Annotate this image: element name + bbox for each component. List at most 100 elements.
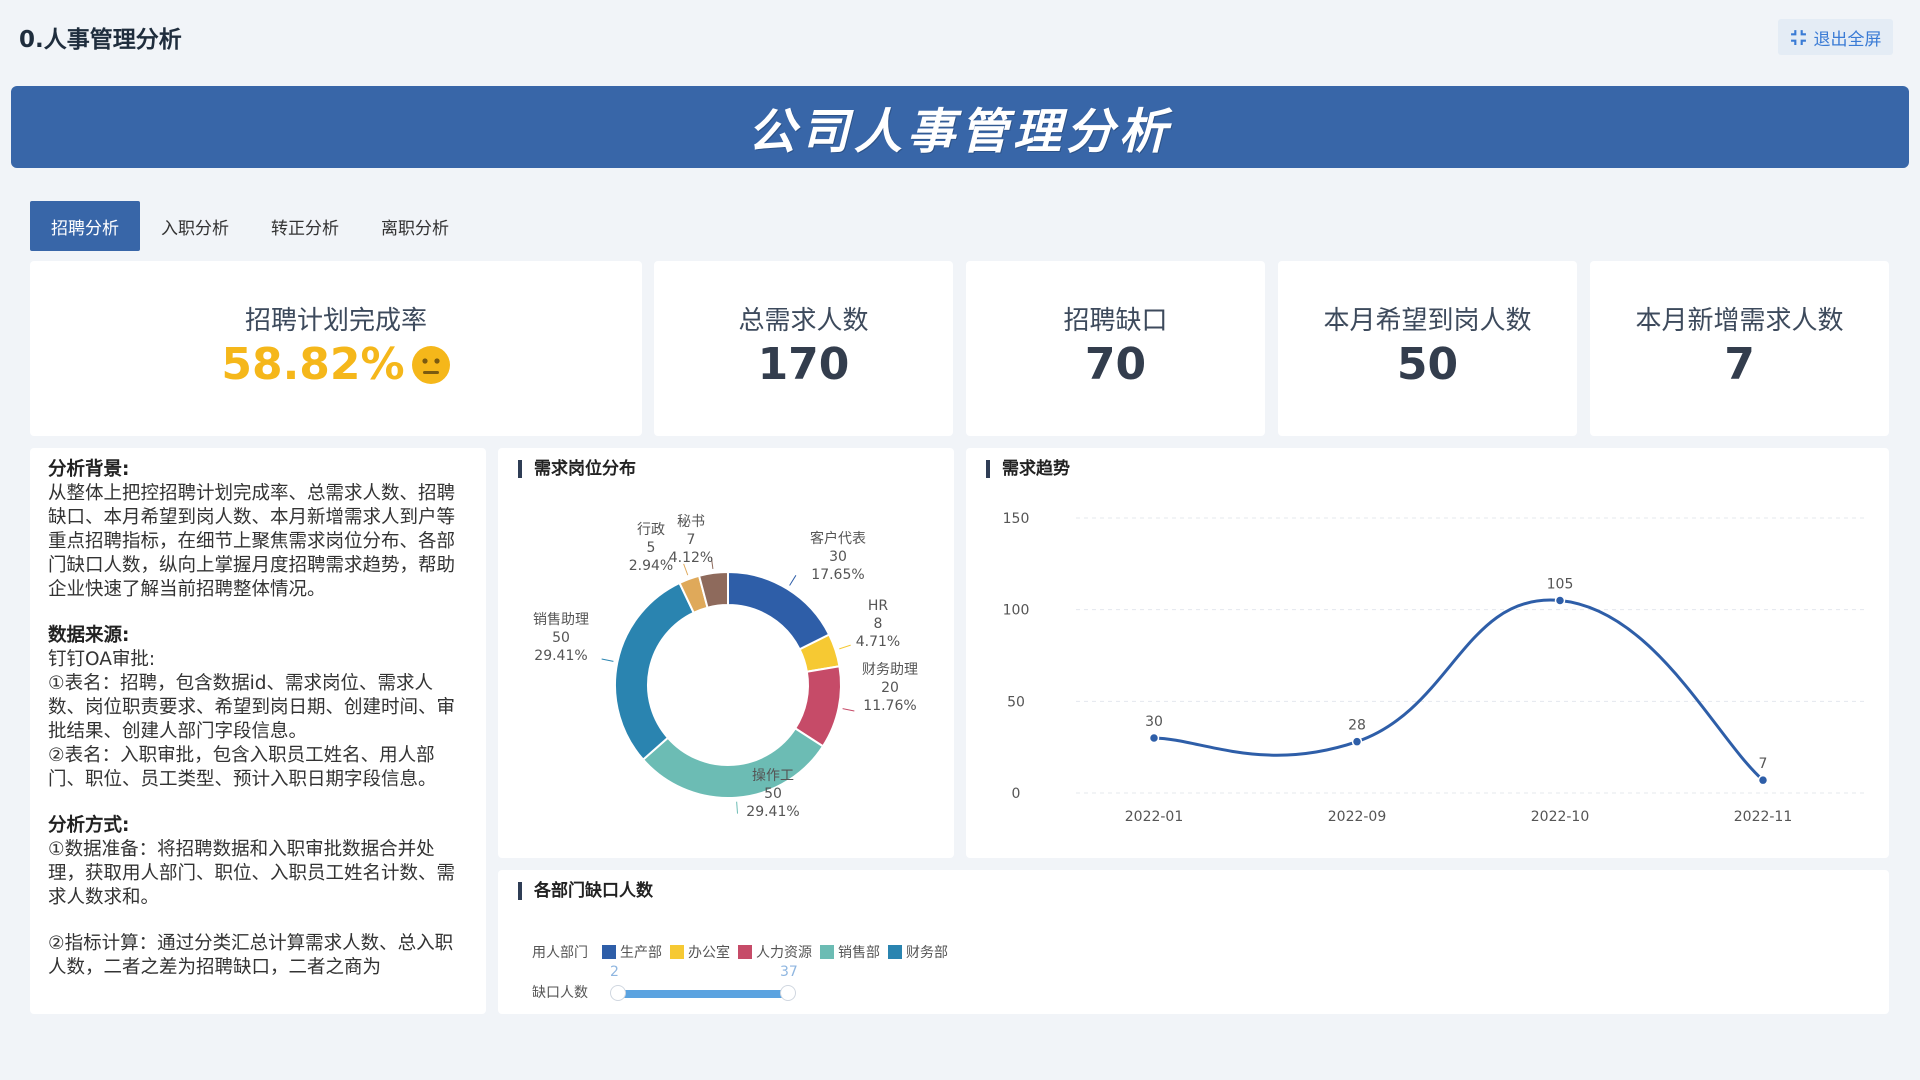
donut-label-value: 50 xyxy=(552,630,570,646)
trend-data-label: 28 xyxy=(1348,718,1366,734)
legend-swatch xyxy=(738,945,752,959)
donut-leader-line xyxy=(839,644,851,650)
x-tick-label: 2022-11 xyxy=(1734,809,1793,825)
donut-label: 行政 5 2.94% xyxy=(629,522,673,574)
legend-name: 办公室 xyxy=(688,945,730,961)
legend-item-hr[interactable]: 人力资源 xyxy=(738,942,812,962)
donut-label-pct: 29.41% xyxy=(534,648,587,664)
kpi-label: 招聘计划完成率 xyxy=(244,306,427,336)
legend-name: 财务部 xyxy=(906,945,948,961)
background-heading: 分析背景: xyxy=(48,459,130,480)
legend-label: 用人部门 xyxy=(532,945,588,961)
legend-name: 人力资源 xyxy=(756,945,812,961)
method-heading: 分析方式: xyxy=(48,815,130,836)
trend-point[interactable] xyxy=(1757,774,1769,786)
range-slider-min-handle[interactable] xyxy=(610,985,626,1001)
tab-onboarding[interactable]: 入职分析 xyxy=(140,201,250,251)
legend-swatch xyxy=(602,945,616,959)
kpi-value: 170 xyxy=(757,339,850,390)
exit-fullscreen-icon xyxy=(1790,29,1806,45)
dept-legend: 用人部门 生产部 办公室 人力资源 销售部 财务部 xyxy=(532,942,948,962)
y-tick-label: 0 xyxy=(1012,786,1021,802)
kpi-value: 58.82% xyxy=(221,343,450,387)
trend-point[interactable] xyxy=(1148,732,1160,744)
donut-label-value: 50 xyxy=(764,786,782,802)
range-slider-track[interactable] xyxy=(618,990,788,998)
donut-label: 财务助理 20 11.76% xyxy=(862,662,918,714)
donut-label-pct: 2.94% xyxy=(629,558,673,574)
dashboard-banner: 公司人事管理分析 xyxy=(11,86,1909,168)
chart-title: 各部门缺口人数 xyxy=(518,882,653,900)
donut-label-pct: 4.71% xyxy=(856,634,900,650)
kpi-total-demand-card: 总需求人数 170 xyxy=(654,261,953,436)
donut-label-name: 销售助理 xyxy=(533,612,589,628)
trend-point[interactable] xyxy=(1351,736,1363,747)
donut-label-value: 8 xyxy=(874,616,883,632)
kpi-value: 70 xyxy=(1084,339,1147,390)
tab-regularization[interactable]: 转正分析 xyxy=(250,201,360,251)
trend-point[interactable] xyxy=(1554,595,1566,606)
trend-line-chart: 0 50 100 150 2022-01 2022-09 2022-10 2022-11 30 2… xyxy=(1003,511,1866,825)
kpi-label: 本月希望到岗人数 xyxy=(1323,306,1532,336)
donut-slice[interactable] xyxy=(641,726,825,799)
kpi-gap-card: 招聘缺口 70 xyxy=(966,261,1265,436)
slider-min-value: 2 xyxy=(610,964,619,980)
legend-item-office[interactable]: 办公室 xyxy=(670,942,730,962)
legend-swatch xyxy=(888,945,902,959)
donut-slice[interactable] xyxy=(614,581,696,761)
donut-label-name: 操作工 xyxy=(752,768,794,784)
slider-max-value: 37 xyxy=(780,964,798,980)
dept-gap-card: 各部门缺口人数 用人部门 生产部 办公室 人力资源 销售部 财务部 缺口人数 2… xyxy=(498,870,1889,1014)
tab-bar: 招聘分析 入职分析 转正分析 离职分析 xyxy=(30,201,470,251)
exit-fullscreen-label: 退出全屏 xyxy=(1813,29,1882,50)
kpi-value: 7 xyxy=(1724,339,1755,390)
tab-recruitment[interactable]: 招聘分析 xyxy=(30,201,140,251)
exit-fullscreen-button[interactable]: 退出全屏 xyxy=(1778,19,1893,55)
legend-swatch xyxy=(670,945,684,959)
background-text: 从整体上把控招聘计划完成率、总需求人数、招聘缺口、本月希望到岗人数、本月新增需求… xyxy=(48,483,456,600)
donut-slice[interactable] xyxy=(727,570,831,651)
page-title: 0.人事管理分析 xyxy=(19,27,182,53)
range-slider-max-handle[interactable] xyxy=(780,985,796,1001)
kpi-label: 本月新增需求人数 xyxy=(1635,306,1844,336)
donut-label-name: 秘书 xyxy=(677,514,705,530)
kpi-label: 总需求人数 xyxy=(738,306,869,336)
banner-title: 公司人事管理分析 xyxy=(747,104,1172,160)
tab-resignation[interactable]: 离职分析 xyxy=(360,201,470,251)
donut-label: 秘书 7 4.12% xyxy=(669,514,713,566)
donut-label: HR 8 4.71% xyxy=(856,598,900,650)
legend-item-sales[interactable]: 销售部 xyxy=(820,942,880,962)
donut-label-value: 7 xyxy=(687,532,696,548)
donut-label-value: 5 xyxy=(647,540,656,556)
donut-label-name: 客户代表 xyxy=(810,530,866,547)
legend-item-finance[interactable]: 财务部 xyxy=(888,942,948,962)
donut-label: 销售助理 50 29.41% xyxy=(533,612,589,664)
donut-leader-line xyxy=(601,658,614,662)
source-text: 钉钉OA审批: ①表名：招聘，包含数据id、需求岗位、需求人数、岗位职责要求、希… xyxy=(48,649,456,790)
y-tick-label: 100 xyxy=(1003,603,1030,619)
legend-item-production[interactable]: 生产部 xyxy=(602,942,662,962)
donut-label-pct: 17.65% xyxy=(811,567,864,583)
trend-chart-card: 需求趋势 0 50 100 150 2022-01 2022-09 2022-10 2022-… xyxy=(966,448,1889,858)
kpi-new-demand-card: 本月新增需求人数 7 xyxy=(1590,261,1889,436)
donut-label: 客户代表 30 17.65% xyxy=(810,530,866,583)
donut-label-pct: 4.12% xyxy=(669,550,713,566)
kpi-label: 招聘缺口 xyxy=(1063,306,1168,336)
method-text-2: ②指标计算：通过分类汇总计算需求人数、总入职人数，二者之差为招聘缺口，二者之商为 xyxy=(48,933,454,978)
x-tick-label: 2022-09 xyxy=(1328,809,1387,825)
donut-label-pct: 29.41% xyxy=(746,804,799,820)
donut-leader-line xyxy=(842,708,855,712)
kpi-expected-arrival-card: 本月希望到岗人数 50 xyxy=(1278,261,1577,436)
trend-data-label: 105 xyxy=(1547,577,1574,593)
source-heading: 数据来源: xyxy=(48,625,130,646)
legend-name: 销售部 xyxy=(838,945,880,961)
donut-label-pct: 11.76% xyxy=(863,698,916,714)
y-tick-label: 50 xyxy=(1007,694,1025,710)
analysis-text-card[interactable]: 分析背景: 从整体上把控招聘计划完成率、总需求人数、招聘缺口、本月希望到岗人数、… xyxy=(30,448,486,1014)
donut-leader-line xyxy=(789,575,797,586)
donut-label-name: HR xyxy=(868,598,889,614)
donut-label-name: 财务助理 xyxy=(862,662,918,678)
legend-swatch xyxy=(820,945,834,959)
neutral-face-icon xyxy=(411,346,450,384)
kpi-value: 50 xyxy=(1396,339,1459,390)
